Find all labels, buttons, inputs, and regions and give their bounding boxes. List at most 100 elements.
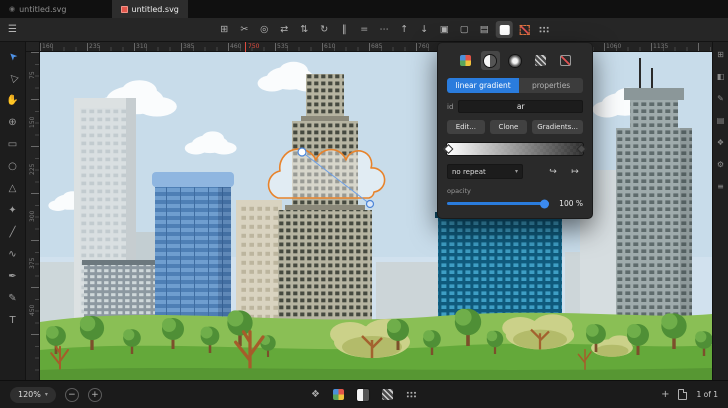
swatches-library-icon[interactable] xyxy=(333,389,344,400)
zoom-level-control[interactable]: 120% ▾ xyxy=(10,387,56,403)
repeat-row: no repeat ▾ ↪ ↦ xyxy=(447,164,583,179)
tab-untitled-inactive[interactable]: ◉ untitled.svg xyxy=(0,0,76,18)
zoom-out-button[interactable]: − xyxy=(65,388,79,402)
fill-popup-panel: linear gradient properties id Edit... Cl… xyxy=(437,42,593,219)
ellipse-tool[interactable]: ○ xyxy=(4,158,22,174)
ruler-corner xyxy=(26,42,40,52)
tab-label: untitled.svg xyxy=(132,5,179,14)
pattern-paint-icon[interactable] xyxy=(531,51,550,70)
panel-toggle-icon[interactable]: ≡ xyxy=(717,182,724,191)
zoom-in-button[interactable]: + xyxy=(88,388,102,402)
raise-icon[interactable]: ↑ xyxy=(396,21,413,38)
hand-tool[interactable]: ✋ xyxy=(4,92,22,108)
pages-icon[interactable] xyxy=(678,389,687,400)
transform-icon[interactable]: ⊞ xyxy=(216,21,233,38)
group-icon[interactable]: ▣ xyxy=(436,21,453,38)
fill-color-swatch xyxy=(499,25,509,35)
id-input[interactable] xyxy=(458,100,583,113)
duplicate-icon[interactable]: ▤ xyxy=(476,21,493,38)
ruler-label: 535 xyxy=(275,42,322,51)
none-paint-icon[interactable] xyxy=(556,51,575,70)
reflect-gradient-icon[interactable]: ↪ xyxy=(545,164,561,179)
star-tool[interactable]: ✦ xyxy=(4,202,22,218)
vertical-ruler[interactable]: 75150225300375450 xyxy=(26,52,40,380)
rotate-icon[interactable]: ↻ xyxy=(316,21,333,38)
horizontal-ruler[interactable]: 1602353103854605356106857608359109851060… xyxy=(40,42,712,52)
gradient-preview-bar[interactable] xyxy=(447,143,583,155)
fill-swatch-button[interactable] xyxy=(496,21,513,38)
app-logo-icon xyxy=(121,6,128,13)
gradients-button[interactable]: Gradients... xyxy=(532,120,583,134)
patterns-library-icon[interactable] xyxy=(382,389,393,400)
curve-tool[interactable]: ∿ xyxy=(4,246,22,262)
opacity-slider-thumb[interactable] xyxy=(540,199,549,208)
horizontal-ruler-labels: 1602353103854605356106857608359109851060… xyxy=(40,42,712,51)
gradients-library-icon[interactable] xyxy=(357,389,369,401)
rectangle-tool[interactable]: ▭ xyxy=(4,136,22,152)
distribute-icon[interactable]: ⋯ xyxy=(376,21,393,38)
gradient-end-handle[interactable] xyxy=(367,201,374,208)
document-icon: ◉ xyxy=(9,5,15,13)
add-page-icon[interactable]: + xyxy=(661,389,669,400)
flip-vertical-icon[interactable]: ⇅ xyxy=(296,21,313,38)
ungroup-icon[interactable]: ▢ xyxy=(456,21,473,38)
ruler-cursor-marker xyxy=(245,42,246,52)
tab-linear-gradient[interactable]: linear gradient xyxy=(447,78,519,93)
opacity-value: 100 % xyxy=(555,199,583,208)
panel-toggle-icon[interactable]: ▤ xyxy=(717,116,725,125)
svg-editor-app: ◉ untitled.svg untitled.svg ☰ ⊞ ✂ ◎ ⇄ ⇅ … xyxy=(0,0,728,408)
select-tool[interactable]: ➤ xyxy=(0,44,24,68)
snap-icon[interactable]: ◎ xyxy=(256,21,273,38)
text-tool[interactable]: T xyxy=(4,312,22,328)
repeat-gradient-icon[interactable]: ↦ xyxy=(567,164,583,179)
align-horizontal-icon[interactable]: ‖ xyxy=(336,21,353,38)
page-controls: + 1 of 1 xyxy=(661,389,718,400)
panel-toggle-icon[interactable]: ⚙ xyxy=(717,160,724,169)
dots-grid-icon xyxy=(539,26,550,33)
selected-cloud-shape[interactable] xyxy=(269,149,385,198)
gradient-start-handle[interactable] xyxy=(298,148,306,156)
radial-gradient-paint-icon[interactable] xyxy=(506,51,525,70)
canvas-artwork xyxy=(40,52,712,380)
panel-toggle-icon[interactable]: ✎ xyxy=(717,94,724,103)
node-tool[interactable]: ▷ xyxy=(0,66,24,90)
stroke-swatch-button[interactable] xyxy=(516,21,533,38)
tab-untitled-active[interactable]: untitled.svg xyxy=(112,0,188,18)
ruler-label: 385 xyxy=(181,42,228,51)
gradient-stop-end[interactable] xyxy=(577,144,587,154)
share-nodes-icon[interactable]: ❖ xyxy=(311,389,320,400)
textures-library-icon[interactable] xyxy=(406,391,417,398)
id-label: id xyxy=(447,103,453,111)
align-vertical-icon[interactable]: = xyxy=(356,21,373,38)
edit-button[interactable]: Edit... xyxy=(447,120,485,134)
line-tool[interactable]: ╱ xyxy=(4,224,22,240)
linear-gradient-paint-icon[interactable] xyxy=(481,51,500,70)
flip-horizontal-icon[interactable]: ⇄ xyxy=(276,21,293,38)
opacity-slider[interactable] xyxy=(447,202,549,205)
pencil-tool[interactable]: ✎ xyxy=(4,290,22,306)
main-toolbar: ☰ ⊞ ✂ ◎ ⇄ ⇅ ↻ ‖ = ⋯ ↑ ↓ ▣ ▢ ▤ xyxy=(0,18,728,42)
gradient-stop-start[interactable] xyxy=(444,144,454,154)
cut-icon[interactable]: ✂ xyxy=(236,21,253,38)
menu-icon[interactable]: ☰ xyxy=(8,18,17,41)
clone-button[interactable]: Clone xyxy=(490,120,528,134)
pen-tool[interactable]: ✒ xyxy=(4,268,22,284)
ruler-label: 685 xyxy=(369,42,416,51)
canvas[interactable] xyxy=(40,52,712,380)
polygon-tool[interactable]: △ xyxy=(4,180,22,196)
zoom-tool[interactable]: ⊕ xyxy=(4,114,22,130)
panel-toggle-icon[interactable]: ◧ xyxy=(717,72,725,81)
linear-gradient-icon xyxy=(484,55,496,67)
panel-tabs: linear gradient properties xyxy=(447,78,583,93)
ruler-label: 450 xyxy=(29,287,36,334)
repeat-select[interactable]: no repeat ▾ xyxy=(447,164,523,179)
panel-toggle-icon[interactable]: ⊞ xyxy=(717,50,724,59)
swatch-options-button[interactable] xyxy=(536,21,553,38)
right-panel-strip: ⊞ ◧ ✎ ▤ ❖ ⚙ ≡ xyxy=(712,42,728,380)
panel-toggle-icon[interactable]: ❖ xyxy=(717,138,724,147)
tab-properties[interactable]: properties xyxy=(519,78,583,93)
ruler-label: 235 xyxy=(87,42,134,51)
ruler-label: 310 xyxy=(134,42,181,51)
lower-icon[interactable]: ↓ xyxy=(416,21,433,38)
solid-color-paint-icon[interactable] xyxy=(456,51,475,70)
